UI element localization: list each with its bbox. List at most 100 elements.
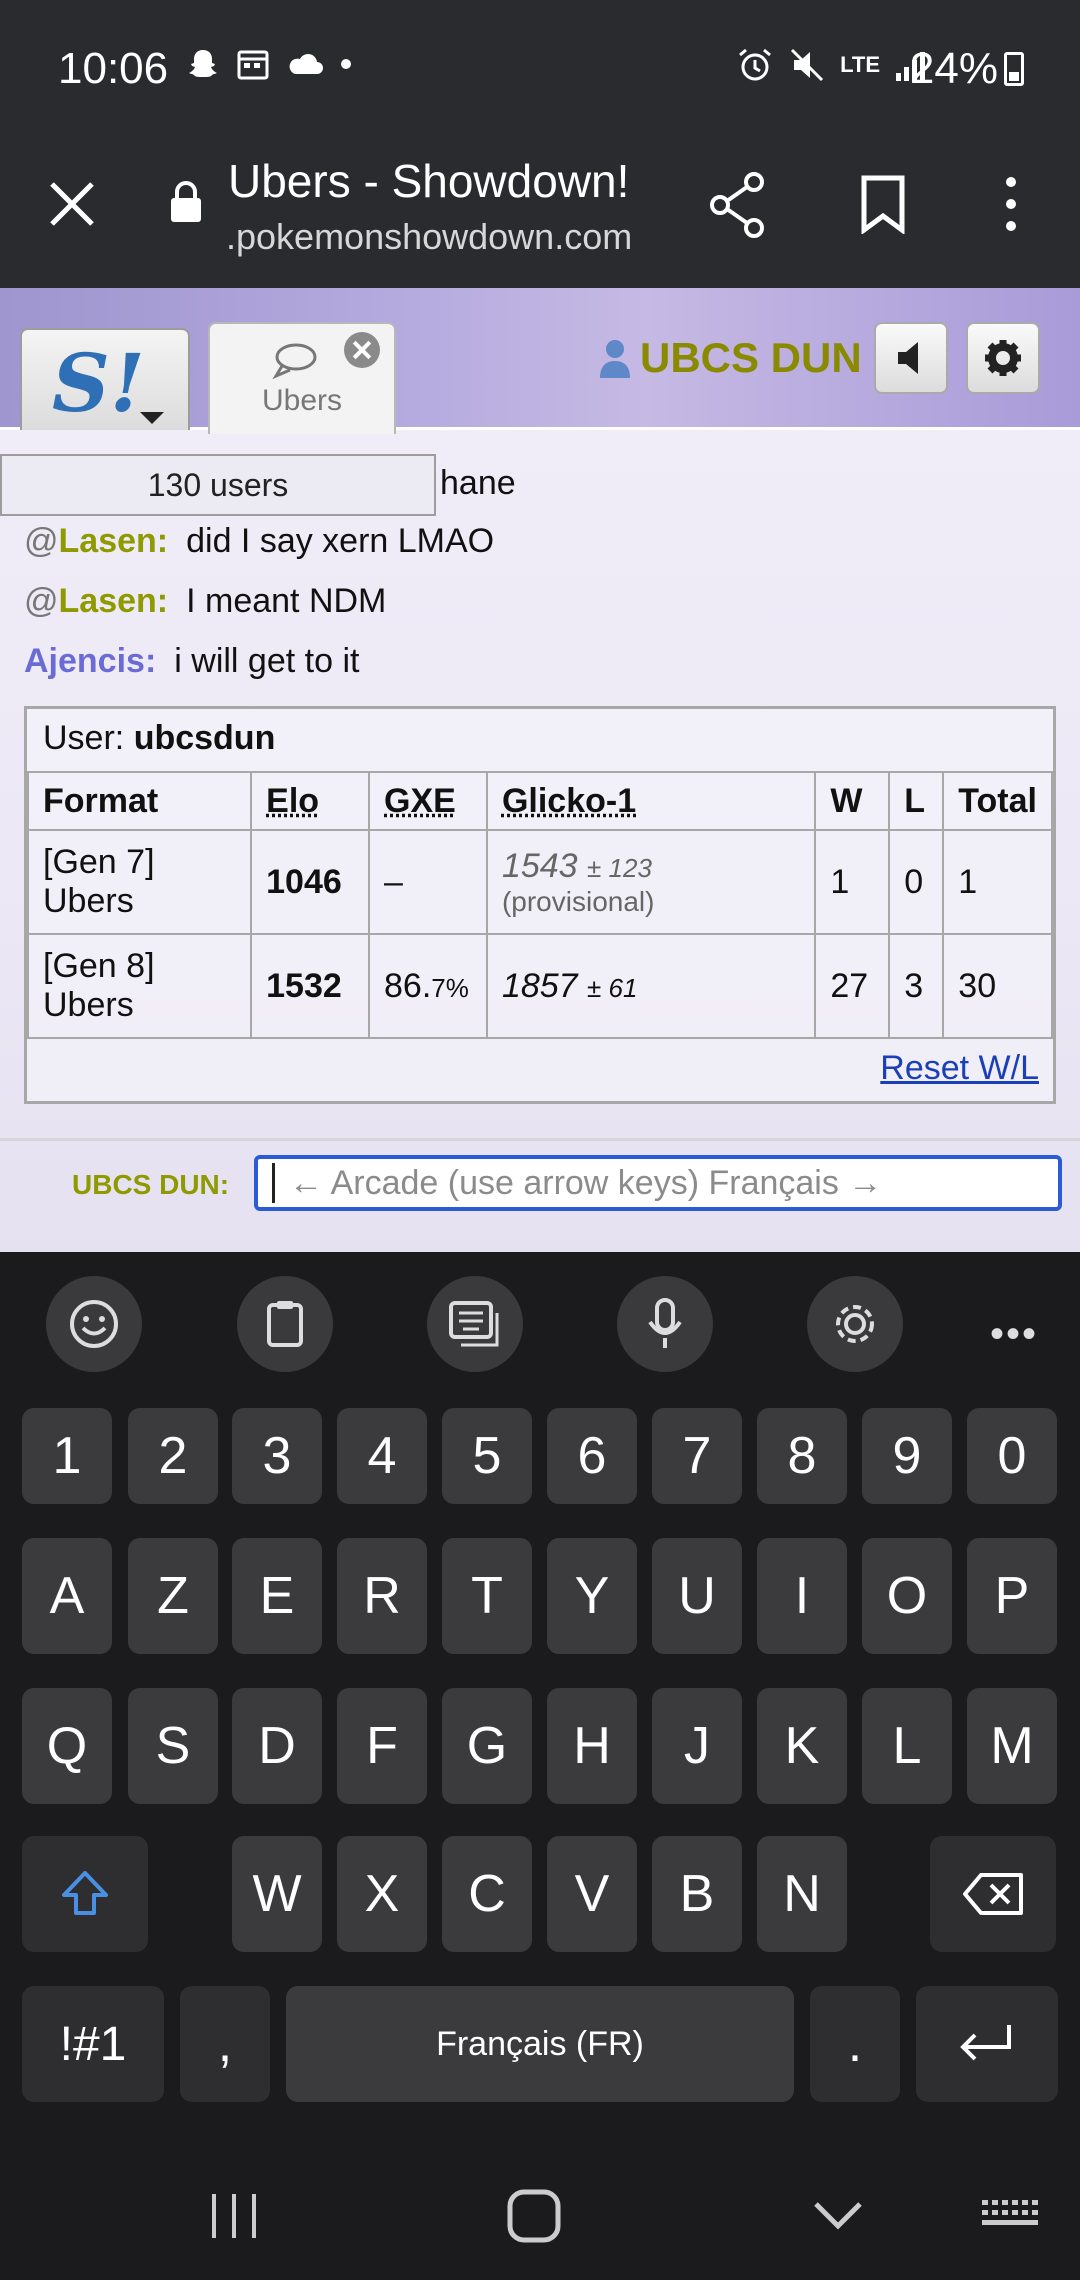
format-gen: [Gen 8] <box>43 947 155 985</box>
cell-gxe: 86.7% <box>368 933 488 1039</box>
page-url[interactable]: .pokemonshowdown.com <box>226 216 632 258</box>
user-label: User: <box>43 719 125 757</box>
key-c[interactable]: C <box>442 1836 532 1952</box>
chevron-down-icon[interactable] <box>810 2194 866 2238</box>
key-o[interactable]: O <box>862 1538 952 1654</box>
key-x[interactable]: X <box>337 1836 427 1952</box>
showdown-header: S! Ubers UBCS DUN <box>0 288 1080 434</box>
keyboard-settings-button[interactable] <box>807 1276 903 1372</box>
key-9[interactable]: 9 <box>862 1408 952 1504</box>
comma-key[interactable]: , <box>180 1986 270 2102</box>
key-f[interactable]: F <box>337 1688 427 1804</box>
cell-wins: 1 <box>814 829 891 935</box>
gear-icon <box>836 1305 874 1343</box>
clipboard-button[interactable] <box>237 1276 333 1372</box>
chevron-down-icon <box>140 412 164 424</box>
sound-button[interactable] <box>874 322 948 394</box>
chat-text: I meant NDM <box>186 582 387 620</box>
format-gen: [Gen 7] <box>43 843 155 881</box>
key-d[interactable]: D <box>232 1688 322 1804</box>
key-1[interactable]: 1 <box>22 1408 112 1504</box>
chat-partial-text: hane <box>440 464 516 502</box>
key-e[interactable]: E <box>232 1538 322 1654</box>
keyboard-toolbar: ••• <box>0 1276 1080 1372</box>
key-m[interactable]: M <box>967 1688 1057 1804</box>
key-s[interactable]: S <box>128 1688 218 1804</box>
key-r[interactable]: R <box>337 1538 427 1654</box>
gear-icon <box>985 340 1021 376</box>
chat-message: Ajencis: i will get to it <box>24 642 359 681</box>
voice-input-button[interactable] <box>617 1276 713 1372</box>
key-h[interactable]: H <box>547 1688 637 1804</box>
shift-key[interactable] <box>22 1836 148 1952</box>
keyboard-mode-button[interactable] <box>427 1276 523 1372</box>
home-icon[interactable] <box>506 2188 562 2244</box>
glicko-rating: 1543 <box>501 846 578 885</box>
symbols-key[interactable]: !#1 <box>22 1986 164 2102</box>
cell-format: [Gen 8] Ubers <box>26 933 253 1039</box>
emoji-button[interactable] <box>46 1276 142 1372</box>
key-5[interactable]: 5 <box>442 1408 532 1504</box>
header-total: Total <box>942 771 1053 831</box>
key-j[interactable]: J <box>652 1688 742 1804</box>
key-z[interactable]: Z <box>128 1538 218 1654</box>
status-bar: 10:06 LTE 24% <box>0 0 1080 140</box>
close-tab-icon[interactable] <box>344 332 380 368</box>
key-n[interactable]: N <box>757 1836 847 1952</box>
reset-wl-link[interactable]: Reset W/L <box>880 1049 1039 1088</box>
key-0[interactable]: 0 <box>967 1408 1057 1504</box>
key-7[interactable]: 7 <box>652 1408 742 1504</box>
calendar-icon <box>237 50 269 80</box>
key-p[interactable]: P <box>967 1538 1057 1654</box>
showdown-logo-button[interactable]: S! <box>20 328 190 430</box>
enter-key[interactable] <box>916 1986 1058 2102</box>
chat-author[interactable]: Ajencis: <box>24 642 156 680</box>
browser-toolbar: Ubers - Showdown! .pokemonshowdown.com <box>0 140 1080 288</box>
key-l[interactable]: L <box>862 1688 952 1804</box>
key-3[interactable]: 3 <box>232 1408 322 1504</box>
key-4[interactable]: 4 <box>337 1408 427 1504</box>
bookmark-icon[interactable] <box>858 174 908 234</box>
tab-label: Ubers <box>261 384 343 417</box>
key-8[interactable]: 8 <box>757 1408 847 1504</box>
key-k[interactable]: K <box>757 1688 847 1804</box>
chat-author[interactable]: Lasen: <box>59 582 169 620</box>
clipboard-icon <box>267 1301 303 1347</box>
key-q[interactable]: Q <box>22 1688 112 1804</box>
users-count-button[interactable]: 130 users <box>0 454 436 516</box>
enter-icon <box>960 2025 1011 2061</box>
key-a[interactable]: A <box>22 1538 112 1654</box>
key-g[interactable]: G <box>442 1688 532 1804</box>
shift-icon <box>62 1871 108 1915</box>
key-i[interactable]: I <box>757 1538 847 1654</box>
cell-format: [Gen 7] Ubers <box>26 829 253 935</box>
space-key[interactable]: Français (FR) <box>286 1986 794 2102</box>
keyboard-icon <box>449 1301 499 1347</box>
key-y[interactable]: Y <box>547 1538 637 1654</box>
chat-author[interactable]: Lasen: <box>59 522 169 560</box>
keyboard-switch-icon[interactable] <box>980 2196 1040 2236</box>
close-icon[interactable] <box>44 176 100 232</box>
backspace-key[interactable] <box>930 1836 1056 1952</box>
user-button[interactable]: UBCS DUN <box>598 328 862 388</box>
more-tools-icon[interactable]: ••• <box>990 1312 1038 1357</box>
key-u[interactable]: U <box>652 1538 742 1654</box>
key-t[interactable]: T <box>442 1538 532 1654</box>
rankings-table: Format Elo GXE Glicko-1 W L Total [Gen 7… <box>26 771 1053 1039</box>
key-b[interactable]: B <box>652 1836 742 1952</box>
cell-wins: 27 <box>814 933 891 1039</box>
key-2[interactable]: 2 <box>128 1408 218 1504</box>
share-icon[interactable] <box>706 170 770 240</box>
settings-button[interactable] <box>966 322 1040 394</box>
chat-text: i will get to it <box>174 642 360 680</box>
cell-glicko: 1543 ± 123 (provisional) <box>485 829 817 935</box>
page-title[interactable]: Ubers - Showdown! <box>228 154 629 208</box>
period-key[interactable]: . <box>810 1986 900 2102</box>
chat-input[interactable]: ← Arcade (use arrow keys) Français → <box>254 1155 1062 1211</box>
key-6[interactable]: 6 <box>547 1408 637 1504</box>
key-v[interactable]: V <box>547 1836 637 1952</box>
table-row: [Gen 8] Ubers 1532 86.7% 1857 ± 61 27 3 3… <box>26 933 1053 1039</box>
recent-apps-icon[interactable] <box>206 2188 262 2244</box>
more-options-icon[interactable] <box>996 174 1026 234</box>
key-w[interactable]: W <box>232 1836 322 1952</box>
